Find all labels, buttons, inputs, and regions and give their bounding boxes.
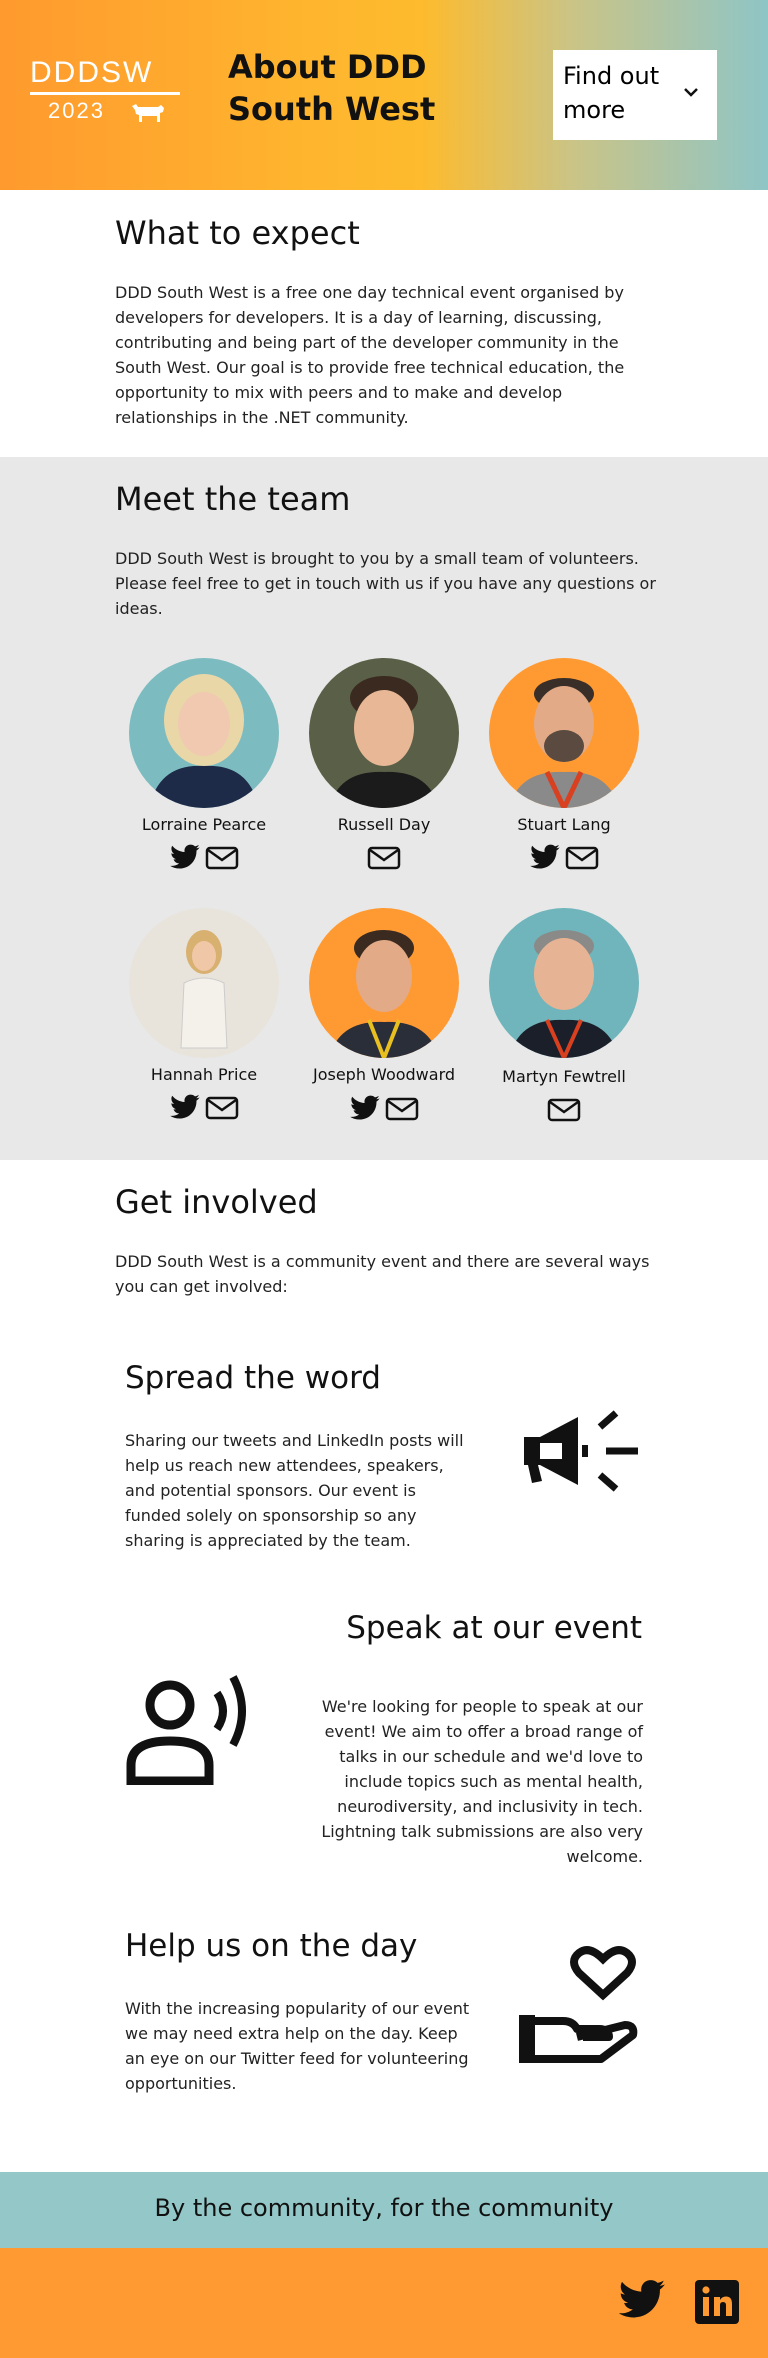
- card-title: Speak at our event: [346, 1610, 642, 1646]
- member-name: Russell Day: [337, 815, 431, 834]
- member-name: Joseph Woodward: [312, 1065, 456, 1084]
- member-contact-icons: [529, 844, 599, 874]
- team-member-card: Russell Day: [294, 658, 474, 888]
- email-icon[interactable]: [367, 844, 401, 872]
- logo-text: DDDSW: [30, 56, 154, 89]
- avatar: [309, 908, 459, 1058]
- team-member-card: Martyn Fewtrell: [474, 908, 654, 1138]
- get-involved-section: Get involved DDD South West is a communi…: [0, 1160, 768, 2172]
- meet-the-team-section: Meet the team DDD South West is brought …: [0, 457, 768, 1160]
- team-member-card: Stuart Lang: [474, 658, 654, 888]
- speaker-icon: [126, 1675, 246, 1785]
- email-icon[interactable]: [565, 844, 599, 872]
- email-icon[interactable]: [385, 1095, 419, 1123]
- avatar: [309, 658, 459, 808]
- person-photo: [509, 930, 619, 1058]
- email-icon[interactable]: [547, 1096, 581, 1124]
- member-contact-icons: [547, 1096, 581, 1126]
- card-title: Help us on the day: [125, 1928, 418, 1964]
- helping-hand-heart-icon: [519, 1946, 638, 2063]
- team-member-card: Lorraine Pearce: [114, 658, 294, 888]
- member-name: Lorraine Pearce: [141, 815, 267, 834]
- member-name: Martyn Fewtrell: [502, 1067, 626, 1086]
- logo[interactable]: DDDSW 2023: [30, 56, 180, 123]
- twitter-icon[interactable]: [169, 1094, 201, 1122]
- section-body: DDD South West is a free one day technic…: [115, 283, 625, 427]
- cow-icon: [132, 104, 164, 122]
- what-to-expect-section: What to expect DDD South West is a free …: [0, 190, 768, 457]
- chevron-down-icon: [684, 88, 698, 97]
- avatar: [129, 658, 279, 808]
- site-footer: [0, 2248, 768, 2358]
- member-contact-icons: [169, 1094, 239, 1124]
- logo-underline: [30, 92, 180, 95]
- card-title: Spread the word: [125, 1360, 381, 1396]
- team-member-card: Joseph Woodward: [294, 908, 474, 1138]
- site-header: DDDSW 2023 About DDD South West Find out…: [0, 0, 768, 190]
- find-out-more-label: Find out more: [563, 62, 660, 124]
- member-name: Stuart Lang: [517, 815, 611, 834]
- avatar: [489, 658, 639, 808]
- team-member-card: Hannah Price: [114, 908, 294, 1138]
- member-contact-icons: [169, 844, 239, 874]
- page-title: About DDD South West: [228, 48, 436, 128]
- member-contact-icons: [349, 1095, 419, 1125]
- card-body: Sharing our tweets and LinkedIn posts wi…: [125, 1431, 464, 1550]
- person-photo: [509, 678, 619, 808]
- member-name: Hannah Price: [150, 1065, 258, 1084]
- tagline: By the community, for the community: [154, 2194, 614, 2222]
- twitter-icon[interactable]: [349, 1095, 381, 1123]
- card-body: We're looking for people to speak at our…: [321, 1697, 643, 1866]
- avatar: [129, 908, 279, 1058]
- person-photo: [149, 674, 259, 808]
- tagline-band: By the community, for the community: [0, 2172, 768, 2248]
- member-contact-icons: [367, 844, 401, 874]
- person-photo: [180, 930, 228, 1049]
- section-body: DDD South West is brought to you by a sm…: [115, 549, 656, 618]
- card-body: With the increasing popularity of our ev…: [125, 1999, 470, 2093]
- section-heading: Meet the team: [115, 480, 351, 518]
- section-body: DDD South West is a community event and …: [115, 1252, 650, 1296]
- person-photo: [329, 930, 439, 1058]
- linkedin-icon[interactable]: [695, 2280, 739, 2324]
- email-icon[interactable]: [205, 844, 239, 872]
- twitter-icon[interactable]: [169, 844, 201, 872]
- logo-year: 2023: [48, 98, 105, 123]
- section-heading: Get involved: [115, 1183, 318, 1221]
- email-icon[interactable]: [205, 1094, 239, 1122]
- twitter-icon[interactable]: [617, 2280, 667, 2322]
- avatar: [489, 908, 639, 1058]
- section-heading: What to expect: [115, 214, 360, 252]
- twitter-icon[interactable]: [529, 844, 561, 872]
- person-photo: [329, 676, 439, 808]
- megaphone-icon: [524, 1410, 638, 1492]
- find-out-more-dropdown[interactable]: Find out more: [553, 50, 717, 140]
